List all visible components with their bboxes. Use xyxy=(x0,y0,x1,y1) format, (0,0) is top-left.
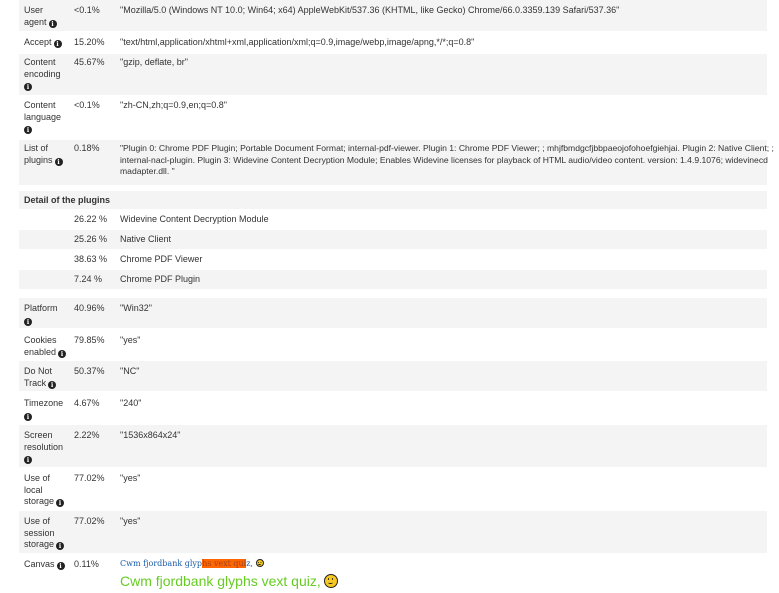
plugin-name: Widevine Content Decryption Module xyxy=(120,214,269,224)
smiley-face-icon xyxy=(323,573,338,588)
row-timezone: Timezone i 4.67% "240" xyxy=(19,393,767,423)
info-icon[interactable]: i xyxy=(24,456,32,464)
label-accept: Accept i xyxy=(24,37,70,49)
value-session-storage: "yes" xyxy=(120,516,141,526)
percent-content-encoding: 45.67% xyxy=(74,57,105,67)
info-icon[interactable]: i xyxy=(56,499,65,507)
label-content-encoding: Content encoding i xyxy=(24,57,61,91)
row-content-encoding: Content encoding i 45.67% "gzip, deflate… xyxy=(19,54,767,95)
info-icon[interactable]: i xyxy=(48,380,57,389)
plugin-detail-row: 26.22 % Widevine Content Decryption Modu… xyxy=(19,210,767,229)
row-do-not-track: Do Not Track i 50.37% "NC" xyxy=(19,361,767,391)
plugin-percent: 25.26 % xyxy=(74,234,108,244)
label-session-storage: Use of session storage i xyxy=(24,516,70,551)
plugin-detail-row: 7.24 % Chrome PDF Plugin xyxy=(19,270,767,289)
percent-timezone: 4.67% xyxy=(74,398,100,408)
plugins-detail-heading: Detail of the plugins xyxy=(24,195,111,205)
percent-list-of-plugins: 0.18% xyxy=(74,143,100,153)
info-icon[interactable]: i xyxy=(56,562,65,570)
percent-content-language: <0.1% xyxy=(74,100,100,110)
percent-screen-resolution: 2.22% xyxy=(74,430,100,440)
row-user-agent: User agent i <0.1% "Mozilla/5.0 (Windows … xyxy=(19,0,767,31)
canvas-fingerprint: Cwm fjordbank glyphs vext quiz, Cwm fjor… xyxy=(120,558,764,589)
row-accept: Accept i 15.20% "text/html,application/xh… xyxy=(19,33,767,53)
row-list-of-plugins: List of plugins i 0.18% "Plugin 0: Chrome… xyxy=(19,140,774,185)
value-content-language: "zh-CN,zh;q=0.9,en;q=0.8" xyxy=(120,100,227,110)
label-screen-resolution: Screen resolution i xyxy=(24,430,64,464)
percent-user-agent: <0.1% xyxy=(74,5,100,15)
label-do-not-track: Do Not Track i xyxy=(24,366,70,389)
label-timezone: Timezone i xyxy=(24,398,64,421)
plugin-percent: 38.63 % xyxy=(74,254,108,264)
value-do-not-track: "NC" xyxy=(120,366,140,376)
label-local-storage: Use of local storage i xyxy=(24,473,70,508)
label-content-language: Content language i xyxy=(24,100,62,134)
info-icon[interactable]: i xyxy=(24,83,32,91)
info-icon[interactable]: i xyxy=(56,542,65,550)
percent-session-storage: 77.02% xyxy=(74,516,105,526)
row-canvas: Canvas i 0.11% Cwm fjordbank glyphs vext … xyxy=(19,554,767,593)
row-local-storage: Use of local storage i 77.02% "yes" xyxy=(19,468,767,510)
plugin-detail-row: 38.63 % Chrome PDF Viewer xyxy=(19,250,767,269)
row-session-storage: Use of session storage i 77.02% "yes" xyxy=(19,511,767,553)
row-screen-resolution: Screen resolution i 2.22% "1536x864x24" xyxy=(19,425,767,467)
plugin-detail-row: 25.26 % Native Client xyxy=(19,230,767,249)
label-cookies: Cookies enabled i xyxy=(24,335,70,358)
plugin-name: Chrome PDF Plugin xyxy=(120,274,201,284)
info-icon[interactable]: i xyxy=(58,349,67,358)
value-user-agent: "Mozilla/5.0 (Windows NT 10.0; Win64; x6… xyxy=(120,5,620,15)
row-content-language: Content language i <0.1% "zh-CN,zh;q=0.9… xyxy=(19,97,767,139)
percent-accept: 15.20% xyxy=(74,37,105,47)
value-cookies: "yes" xyxy=(120,335,141,345)
value-platform: "Win32" xyxy=(120,303,152,313)
value-local-storage: "yes" xyxy=(120,473,141,483)
smiley-face-icon xyxy=(255,559,264,567)
info-icon[interactable]: i xyxy=(24,317,32,326)
percent-platform: 40.96% xyxy=(74,303,105,313)
plugins-detail-header: Detail of the plugins xyxy=(19,191,767,209)
info-icon[interactable]: i xyxy=(48,19,57,28)
canvas-text-large: Cwm fjordbank glyphs vext quiz, xyxy=(120,573,764,589)
percent-cookies: 79.85% xyxy=(74,335,105,345)
row-platform: Platform i 40.96% "Win32" xyxy=(19,298,767,328)
label-list-of-plugins: List of plugins i xyxy=(24,143,70,166)
plugin-percent: 7.24 % xyxy=(74,274,103,284)
label-user-agent: User agent i xyxy=(24,5,70,28)
plugin-name: Native Client xyxy=(120,234,172,244)
plugin-name: Chrome PDF Viewer xyxy=(120,254,203,264)
row-cookies: Cookies enabled i 79.85% "yes" xyxy=(19,330,767,360)
label-platform: Platform i xyxy=(24,303,58,326)
info-icon[interactable]: i xyxy=(24,126,32,134)
label-canvas: Canvas i xyxy=(24,559,70,571)
fingerprint-table: User agent i <0.1% "Mozilla/5.0 (Windows … xyxy=(0,0,779,593)
value-screen-resolution: "1536x864x24" xyxy=(120,430,181,440)
percent-local-storage: 77.02% xyxy=(74,473,105,483)
info-icon[interactable]: i xyxy=(53,40,62,48)
percent-canvas: 0.11% xyxy=(74,559,99,569)
info-icon[interactable]: i xyxy=(54,157,63,166)
value-accept: "text/html,application/xhtml+xml,applica… xyxy=(120,37,475,47)
info-icon[interactable]: i xyxy=(24,412,32,421)
plugin-percent: 26.22 % xyxy=(74,214,108,224)
value-content-encoding: "gzip, deflate, br" xyxy=(120,57,188,67)
value-list-of-plugins: "Plugin 0: Chrome PDF Plugin; Portable D… xyxy=(120,143,774,176)
canvas-text-small: Cwm fjordbank glyphs vext quiz, xyxy=(120,558,764,570)
percent-do-not-track: 50.37% xyxy=(74,366,105,376)
value-timezone: "240" xyxy=(120,398,142,408)
